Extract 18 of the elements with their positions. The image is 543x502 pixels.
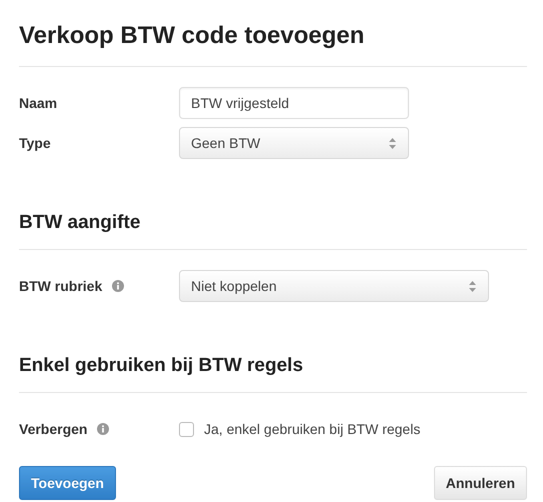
add-button[interactable]: Toevoegen <box>19 466 116 500</box>
info-icon <box>97 423 110 435</box>
sort-arrows-icon <box>389 138 396 148</box>
field-label: Verbergen <box>19 421 88 437</box>
sort-arrows-icon <box>469 280 476 292</box>
checkbox-label: Ja, enkel gebruiken bij BTW regels <box>204 421 420 437</box>
field-label: BTW rubriek <box>19 278 102 294</box>
section-heading: Enkel gebruiken bij BTW regels <box>19 354 304 378</box>
page-title: Verkoop BTW code toevoegen <box>19 21 366 51</box>
select-field[interactable]: Geen BTW <box>179 127 409 159</box>
field-label: Type <box>19 135 51 151</box>
section-heading: BTW aangifte <box>19 211 142 235</box>
cancel-button[interactable]: Annuleren <box>434 466 527 500</box>
checkbox[interactable] <box>179 422 194 436</box>
field-label: Naam <box>19 95 58 111</box>
select-field[interactable]: Niet koppelen <box>179 270 489 302</box>
name-field[interactable]: BTW vrijgesteld <box>179 87 409 119</box>
info-icon <box>112 280 124 292</box>
